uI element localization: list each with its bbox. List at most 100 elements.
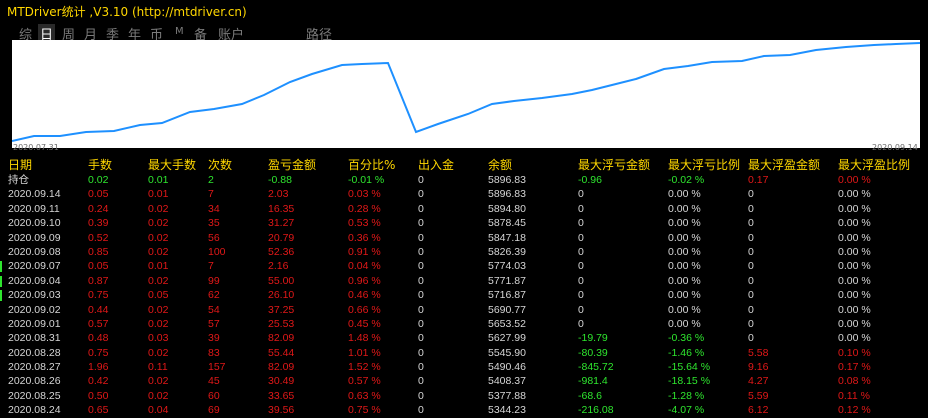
- cell-date: 2020.08.26: [8, 375, 61, 388]
- col-float-profit: 最大浮盈金额: [748, 158, 821, 172]
- balance-chart: 2020.07.31 2020.09.14: [12, 40, 920, 152]
- cell-float-loss-pct: -1.28 %: [668, 389, 705, 402]
- cell-count: 57: [208, 317, 220, 330]
- table-row[interactable]: 2020.08.31 0.48 0.03 39 82.09 1.48 % 0 5627.99 -…: [0, 331, 928, 345]
- table-row[interactable]: 2020.09.08 0.85 0.02 100 52.36 0.91 % 0 5826.39…: [0, 245, 928, 259]
- cell-pct: 1.52 %: [348, 361, 381, 374]
- table-row[interactable]: 2020.09.09 0.52 0.02 56 20.79 0.36 % 0 5847.18 0…: [0, 231, 928, 245]
- table-row[interactable]: 2020.09.11 0.24 0.02 34 16.35 0.28 % 0 5894.80 0…: [0, 202, 928, 216]
- table-row[interactable]: 2020.09.03 0.75 0.05 62 26.10 0.46 % 0 5716.87 0…: [0, 288, 928, 302]
- cell-io: 0: [418, 217, 424, 230]
- window-title: MTDriver统计 ,V3.10 (http://mtdriver.cn): [7, 5, 247, 19]
- cell-date: 2020.09.03: [8, 289, 61, 302]
- cell-pnl: 55.44: [268, 346, 295, 359]
- tab-magic[interactable]: M: [175, 26, 184, 37]
- cell-balance: 5490.46: [488, 361, 526, 374]
- cell-float-loss-pct: -18.15 %: [668, 375, 711, 388]
- table-header: 日期 手数 最大手数 次数 盈亏金额 百分比% 出入金 余额 最大浮亏金额 最大…: [0, 158, 928, 173]
- cell-max-lots: 0.05: [148, 289, 169, 302]
- col-date: 日期: [8, 158, 33, 172]
- cell-float-profit: 4.27: [748, 375, 769, 388]
- cell-pct: 0.03 %: [348, 188, 381, 201]
- cell-float-loss-pct: 0.00 %: [668, 245, 701, 258]
- cell-pct: 0.57 %: [348, 375, 381, 388]
- cell-io: 0: [418, 188, 424, 201]
- cell-float-profit-pct: 0.12 %: [838, 404, 871, 417]
- cell-float-loss-pct: 0.00 %: [668, 202, 701, 215]
- table-row[interactable]: 2020.09.02 0.44 0.02 54 37.25 0.66 % 0 5690.77 0…: [0, 303, 928, 317]
- cell-pct: 0.91 %: [348, 245, 381, 258]
- table-row[interactable]: 2020.09.07 0.05 0.01 7 2.16 0.04 % 0 5774.03 0 0.…: [0, 259, 928, 273]
- cell-pnl: 52.36: [268, 245, 295, 258]
- cell-count: 7: [208, 188, 214, 201]
- table-row[interactable]: 2020.08.24 0.65 0.04 69 39.56 0.75 % 0 5344.23 -…: [0, 403, 928, 417]
- cell-date: 2020.09.09: [8, 231, 61, 244]
- cell-balance: 5878.45: [488, 217, 526, 230]
- table-row[interactable]: 2020.08.28 0.75 0.02 83 55.44 1.01 % 0 5545.90 -…: [0, 346, 928, 360]
- cell-lots: 1.96: [88, 361, 109, 374]
- cell-lots: 0.87: [88, 274, 109, 287]
- cell-float-loss: 0: [578, 202, 584, 215]
- cell-io: 0: [418, 174, 424, 186]
- table-row[interactable]: 2020.09.01 0.57 0.02 57 25.53 0.45 % 0 5653.52 0…: [0, 317, 928, 331]
- cell-max-lots: 0.02: [148, 346, 169, 359]
- cell-float-profit: 0: [748, 202, 754, 215]
- table-row[interactable]: 2020.09.14 0.05 0.01 7 2.03 0.03 % 0 5896.83 0 0.…: [0, 187, 928, 201]
- col-io: 出入金: [418, 158, 455, 172]
- cell-max-lots: 0.02: [148, 274, 169, 287]
- cell-max-lots: 0.02: [148, 317, 169, 330]
- cell-float-loss-pct: 0.00 %: [668, 303, 701, 316]
- cell-date: 2020.08.25: [8, 389, 61, 402]
- col-count: 次数: [208, 158, 233, 172]
- cell-float-loss-pct: -4.07 %: [668, 404, 705, 417]
- cell-date: 2020.08.24: [8, 404, 61, 417]
- cell-pnl: -0.88: [268, 174, 292, 186]
- cell-float-loss-pct: 0.00 %: [668, 217, 701, 230]
- cell-float-profit: 6.12: [748, 404, 769, 417]
- cell-float-loss-pct: 0.00 %: [668, 231, 701, 244]
- cell-pnl: 31.27: [268, 217, 295, 230]
- cell-float-loss: 0: [578, 245, 584, 258]
- cell-count: 54: [208, 303, 220, 316]
- holding-row[interactable]: 持仓 0.02 0.01 2 -0.88 -0.01 % 0 5896.83 -0.96 -0.0…: [0, 173, 928, 187]
- row-marker: [0, 290, 2, 302]
- cell-float-loss: 0: [578, 274, 584, 287]
- cell-io: 0: [418, 375, 424, 388]
- cell-io: 0: [418, 389, 424, 402]
- cell-max-lots: 0.03: [148, 332, 169, 345]
- cell-lots: 0.24: [88, 202, 109, 215]
- cell-float-profit-pct: 0.00 %: [838, 332, 871, 345]
- cell-pct: 0.96 %: [348, 274, 381, 287]
- cell-float-profit-pct: 0.00 %: [838, 274, 871, 287]
- cell-float-profit-pct: 0.10 %: [838, 346, 871, 359]
- cell-float-profit: 0: [748, 188, 754, 201]
- row-marker: [0, 261, 2, 273]
- cell-lots: 0.85: [88, 245, 109, 258]
- table-row[interactable]: 2020.09.04 0.87 0.02 99 55.00 0.96 % 0 5771.87 0…: [0, 274, 928, 288]
- cell-io: 0: [418, 303, 424, 316]
- cell-balance: 5847.18: [488, 231, 526, 244]
- cell-max-lots: 0.02: [148, 217, 169, 230]
- cell-pct: -0.01 %: [348, 174, 385, 186]
- cell-max-lots: 0.01: [148, 260, 169, 273]
- table-row[interactable]: 2020.08.27 1.96 0.11 157 82.09 1.52 % 0 5490.46…: [0, 360, 928, 374]
- cell-count: 62: [208, 289, 220, 302]
- cell-balance: 5408.37: [488, 375, 526, 388]
- cell-float-profit-pct: 0.17 %: [838, 361, 871, 374]
- cell-count: 45: [208, 375, 220, 388]
- cell-count: 100: [208, 245, 226, 258]
- cell-pnl: 30.49: [268, 375, 295, 388]
- table-row[interactable]: 2020.08.25 0.50 0.02 60 33.65 0.63 % 0 5377.88 -…: [0, 389, 928, 403]
- cell-float-loss: -216.08: [578, 404, 614, 417]
- cell-count: 39: [208, 332, 220, 345]
- table-row[interactable]: 2020.09.10 0.39 0.02 35 31.27 0.53 % 0 5878.45 0…: [0, 216, 928, 230]
- table-row[interactable]: 2020.08.26 0.42 0.02 45 30.49 0.57 % 0 5408.37 -…: [0, 374, 928, 388]
- cell-io: 0: [418, 289, 424, 302]
- cell-count: 2: [208, 174, 214, 186]
- cell-float-profit: 0: [748, 217, 754, 230]
- cell-max-lots: 0.01: [148, 188, 169, 201]
- cell-pct: 0.66 %: [348, 303, 381, 316]
- cell-pct: 0.46 %: [348, 289, 381, 302]
- col-max-lots: 最大手数: [148, 158, 197, 172]
- cell-lots: 0.48: [88, 332, 109, 345]
